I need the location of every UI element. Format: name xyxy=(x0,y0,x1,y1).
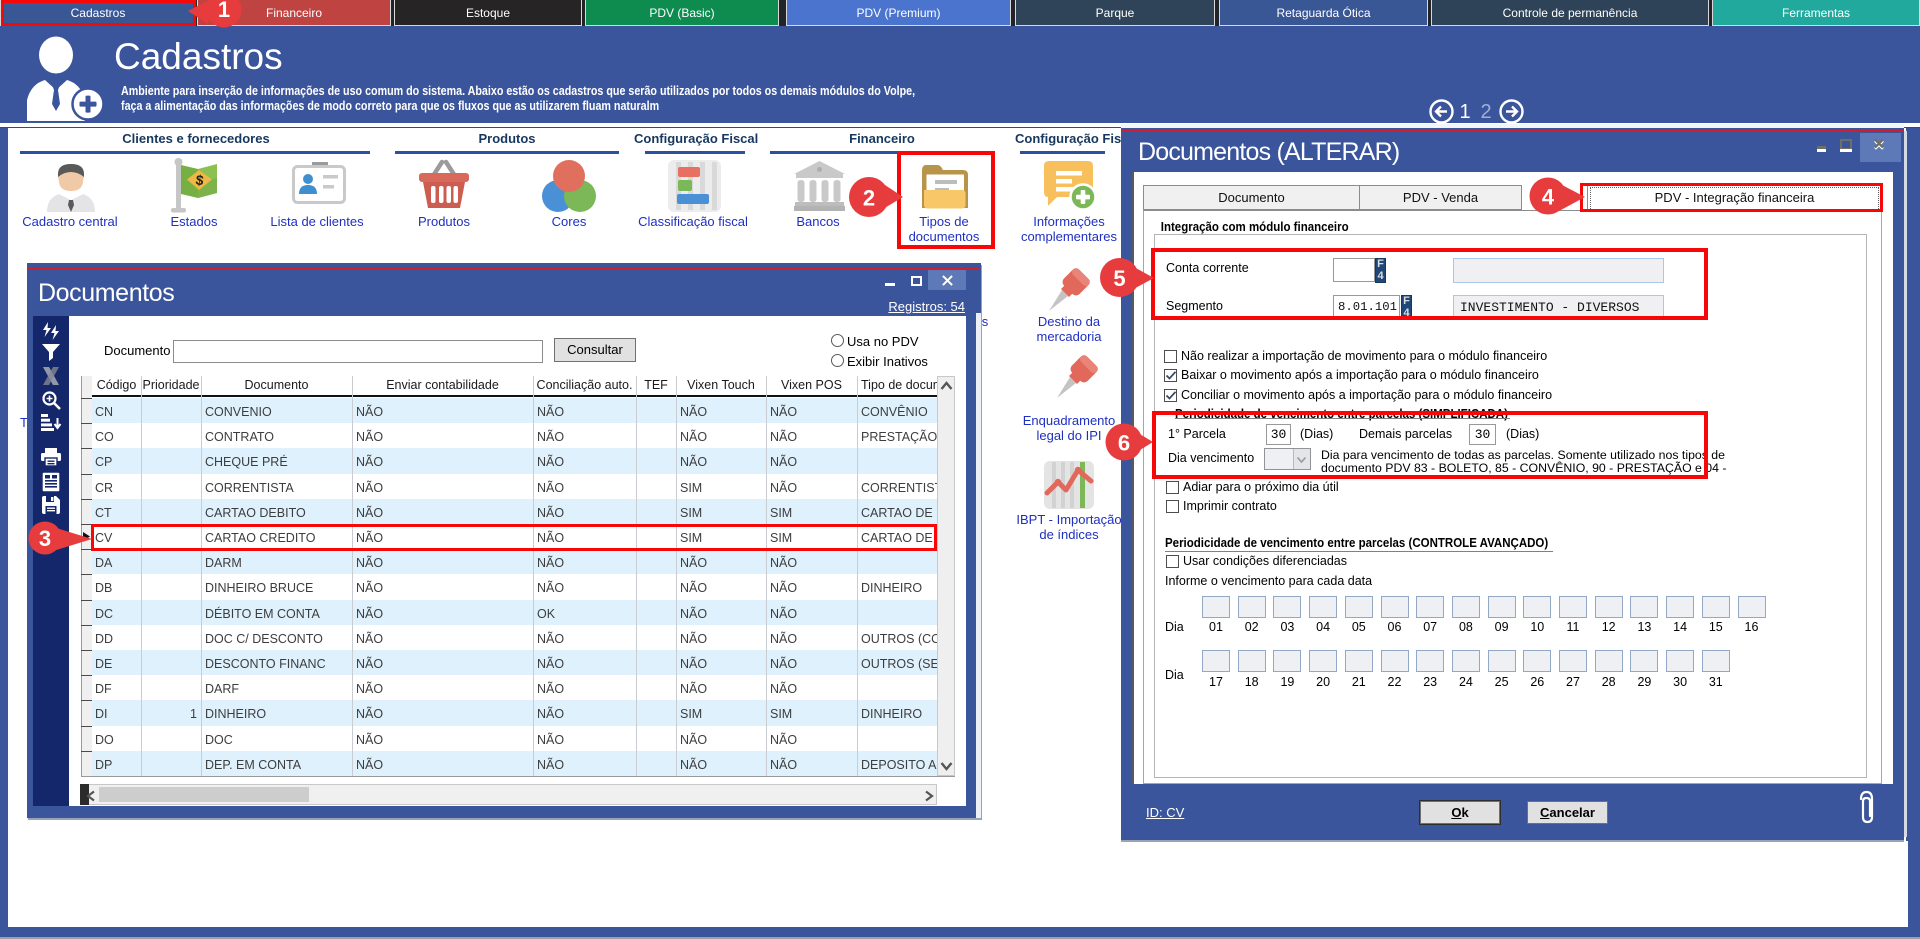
svg-text:2: 2 xyxy=(863,186,875,211)
svg-text:1: 1 xyxy=(218,0,230,22)
svg-text:3: 3 xyxy=(39,526,51,551)
svg-text:5: 5 xyxy=(1113,266,1125,291)
svg-text:6: 6 xyxy=(1118,431,1130,456)
svg-text:4: 4 xyxy=(1542,185,1555,210)
